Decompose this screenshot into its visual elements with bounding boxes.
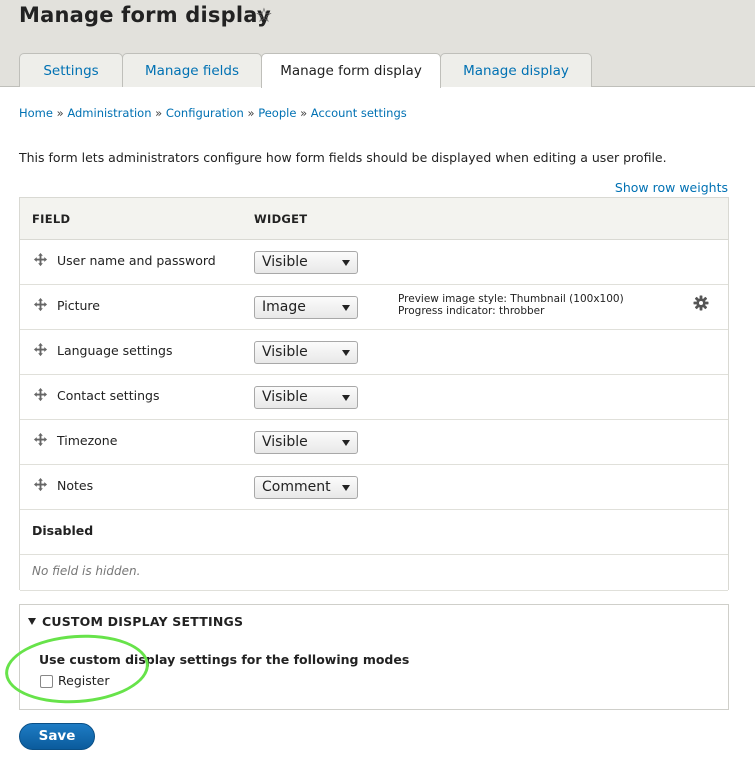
field-label: Picture — [57, 298, 100, 313]
table-row: Contact settings Visible — [20, 374, 728, 420]
page-description: This form lets administrators configure … — [19, 150, 667, 165]
table-row: Language settings Visible — [20, 329, 728, 375]
breadcrumb-home[interactable]: Home — [19, 106, 53, 120]
star-icon[interactable]: ☆ — [255, 3, 273, 27]
table-header: FIELD WIDGET — [20, 198, 728, 240]
breadcrumb-account-settings[interactable]: Account settings — [311, 106, 407, 120]
page-header: Manage form display ☆ Settings Manage fi… — [0, 0, 755, 88]
breadcrumb-configuration[interactable]: Configuration — [166, 106, 244, 120]
column-header-field: FIELD — [32, 212, 71, 226]
drag-handle-icon[interactable] — [33, 297, 48, 312]
summary-line: Progress indicator: throbber — [398, 305, 545, 317]
breadcrumb-administration[interactable]: Administration — [67, 106, 151, 120]
tab-manage-fields[interactable]: Manage fields — [122, 53, 262, 87]
widget-select[interactable]: Visible — [254, 386, 358, 409]
gear-icon[interactable] — [693, 295, 709, 311]
tab-settings[interactable]: Settings — [19, 53, 123, 87]
page-title: Manage form display — [19, 3, 271, 27]
dropdown-arrow-icon — [342, 305, 350, 311]
drag-handle-icon[interactable] — [33, 432, 48, 447]
widget-select[interactable]: Visible — [254, 431, 358, 454]
table-row: User name and password Visible — [20, 239, 728, 285]
widget-summary: Preview image style: Thumbnail (100x100)… — [398, 293, 624, 317]
tab-manage-form-display[interactable]: Manage form display — [261, 53, 441, 88]
column-header-widget: WIDGET — [254, 212, 308, 226]
disabled-region-row: Disabled — [20, 509, 728, 555]
field-label: Timezone — [57, 433, 118, 448]
field-label: User name and password — [57, 253, 216, 268]
table-row: Timezone Visible — [20, 419, 728, 465]
breadcrumb-people[interactable]: People — [258, 106, 296, 120]
widget-select[interactable]: Visible — [254, 341, 358, 364]
save-button[interactable]: Save — [19, 723, 95, 750]
dropdown-arrow-icon — [342, 395, 350, 401]
dropdown-arrow-icon — [342, 350, 350, 356]
drag-handle-icon[interactable] — [33, 252, 48, 267]
tab-manage-display[interactable]: Manage display — [440, 53, 592, 87]
field-label: Notes — [57, 478, 94, 493]
table-row: Picture Image Preview image style: Thumb… — [20, 284, 728, 330]
dropdown-arrow-icon — [342, 260, 350, 266]
show-row-weights-link[interactable]: Show row weights — [615, 180, 728, 195]
hidden-message-row: No field is hidden. — [20, 550, 728, 591]
drag-handle-icon[interactable] — [33, 342, 48, 357]
custom-display-toggle[interactable]: CUSTOM DISPLAY SETTINGS — [28, 614, 243, 629]
no-hidden-fields-message: No field is hidden. — [32, 564, 141, 578]
dropdown-arrow-icon — [342, 485, 350, 491]
breadcrumb: Home » Administration » Configuration » … — [19, 106, 407, 120]
widget-select[interactable]: Visible — [254, 251, 358, 274]
collapse-triangle-icon — [28, 618, 36, 625]
summary-line: Preview image style: Thumbnail (100x100) — [398, 293, 624, 305]
drag-handle-icon[interactable] — [33, 477, 48, 492]
table-row: Notes Comment — [20, 464, 728, 510]
fields-table: FIELD WIDGET User name and password Visi… — [19, 197, 729, 591]
disabled-region-label: Disabled — [32, 523, 94, 538]
widget-select[interactable]: Comment — [254, 476, 358, 499]
field-label: Contact settings — [57, 388, 160, 403]
dropdown-arrow-icon — [342, 440, 350, 446]
field-label: Language settings — [57, 343, 173, 358]
drag-handle-icon[interactable] — [33, 387, 48, 402]
widget-select[interactable]: Image — [254, 296, 358, 319]
